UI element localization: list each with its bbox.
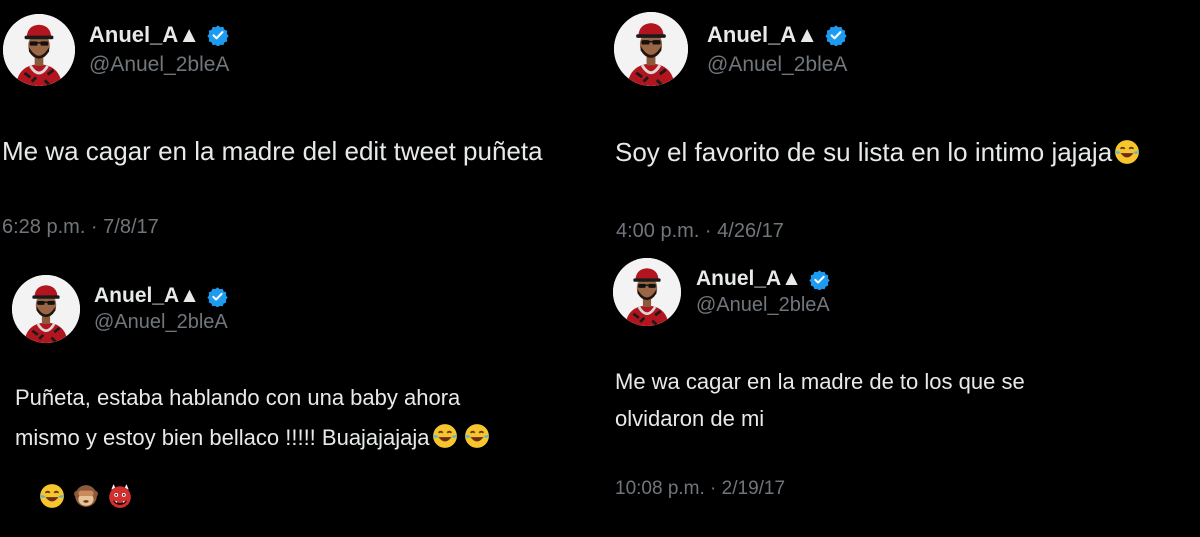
tweet-text-line-1: Puñeta, estaba hablando con una baby aho… [15, 385, 461, 410]
author-display-name[interactable]: Anuel_A▲ [89, 22, 200, 48]
tweet-text-line-1: Me wa cagar en la madre de to los que se [615, 369, 1025, 394]
face-with-tears-of-joy-icon [39, 483, 65, 509]
face-with-tears-of-joy-icon [464, 423, 490, 449]
avatar[interactable] [3, 14, 75, 86]
tweet-card-4[interactable]: Anuel_A▲ @Anuel_2bleA Me wa cagar en la … [600, 258, 1200, 511]
author-name-row: Anuel_A▲ [707, 20, 847, 50]
tweet-text-line-2: mismo y estoy bien bellaco !!!!! Buajaja… [15, 425, 430, 450]
verified-badge-icon [207, 24, 229, 46]
tweet-card-1[interactable]: Anuel_A▲ @Anuel_2bleA Me wa cagar en la … [0, 0, 600, 260]
tweet-text-line-2: olvidaron de mi [615, 406, 765, 431]
author-handle[interactable]: @Anuel_2bleA [696, 294, 830, 317]
avatar[interactable] [614, 12, 688, 86]
face-with-tears-of-joy-icon [432, 423, 458, 449]
author-display-name[interactable]: Anuel_A▲ [707, 22, 818, 48]
tweet-card-2[interactable]: Anuel_A▲ @Anuel_2bleA Soy el favorito de… [600, 0, 1200, 260]
avatar[interactable] [12, 275, 80, 343]
avatar-image-icon [12, 275, 80, 343]
tweet-text: Me wa cagar en la madre del edit tweet p… [2, 136, 543, 166]
tweet-text-line-2-row: mismo y estoy bien bellaco !!!!! Buajaja… [15, 423, 490, 451]
author-handle[interactable]: @Anuel_2bleA [89, 53, 229, 77]
verified-badge-icon [809, 269, 830, 290]
tweet-emoji-line [15, 457, 133, 537]
ogre-icon [107, 483, 133, 509]
avatar-image-icon [613, 258, 681, 326]
author-name-row: Anuel_A▲ [89, 20, 229, 50]
tweet-text: Soy el favorito de su lista en lo intimo… [615, 137, 1113, 167]
face-with-tears-of-joy-icon [1114, 139, 1140, 165]
tweet-timestamp[interactable]: 6:28 p.m. · 7/8/17 [2, 216, 159, 239]
see-no-evil-monkey-icon [73, 483, 99, 509]
verified-badge-icon [825, 24, 847, 46]
author-name-row: Anuel_A▲ [696, 265, 830, 293]
author-display-name[interactable]: Anuel_A▲ [696, 267, 802, 291]
author-display-name[interactable]: Anuel_A▲ [94, 284, 200, 308]
author-name-row: Anuel_A▲ [94, 282, 228, 310]
author-handle[interactable]: @Anuel_2bleA [707, 53, 847, 77]
tweet-timestamp[interactable]: 4:00 p.m. · 4/26/17 [616, 220, 784, 243]
verified-badge-icon [207, 286, 228, 307]
avatar-image-icon [3, 14, 75, 86]
avatar-image-icon [614, 12, 688, 86]
tweet-timestamp[interactable]: 10:08 p.m. · 2/19/17 [615, 478, 785, 500]
avatar[interactable] [613, 258, 681, 326]
author-handle[interactable]: @Anuel_2bleA [94, 311, 228, 334]
tweet-card-3[interactable]: Anuel_A▲ @Anuel_2bleA Puñeta, estaba hab… [0, 260, 600, 511]
tweet-text-row: Soy el favorito de su lista en lo intimo… [615, 137, 1140, 168]
